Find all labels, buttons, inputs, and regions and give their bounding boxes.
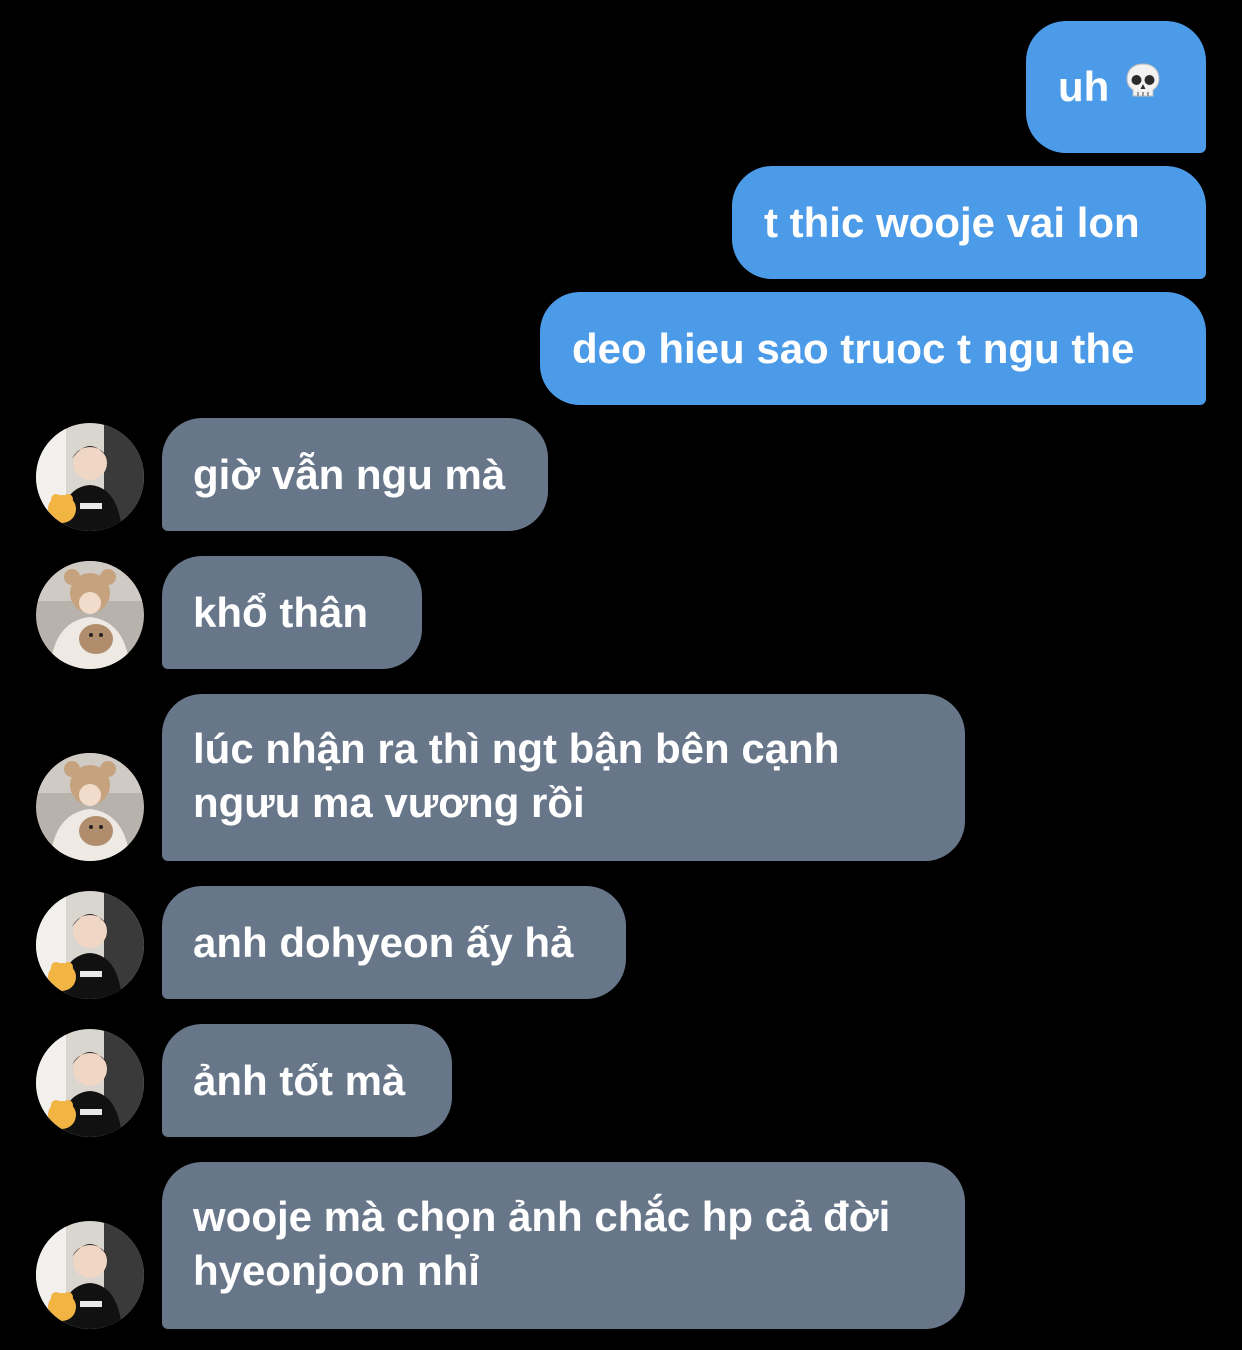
avatar[interactable]: [36, 1221, 144, 1329]
message-line: wooje mà chọn ảnh chắc hp cả đời: [193, 1193, 891, 1240]
outgoing-message-1[interactable]: uh: [1026, 21, 1206, 153]
message-line: hyeonjoon nhỉ: [193, 1247, 480, 1294]
incoming-message-6[interactable]: wooje mà chọn ảnh chắc hp cả đời hyeonjo…: [162, 1162, 965, 1329]
message-text: uh: [1058, 63, 1110, 110]
message-text: ảnh tốt mà: [193, 1056, 406, 1104]
incoming-message-5[interactable]: ảnh tốt mà: [162, 1024, 452, 1137]
message-text: anh dohyeon ấy hả: [193, 918, 574, 966]
message-line: lúc nhận ra thì ngt bận bên cạnh: [193, 725, 840, 772]
incoming-message-3[interactable]: lúc nhận ra thì ngt bận bên cạnh ngưu ma…: [162, 694, 965, 861]
message-text: giờ vẫn ngu mà: [193, 450, 506, 498]
message-line: ngưu ma vương rồi: [193, 779, 585, 826]
avatar[interactable]: [36, 753, 144, 861]
avatar[interactable]: [36, 561, 144, 669]
message-text: khổ thân: [193, 588, 368, 636]
incoming-message-2[interactable]: khổ thân: [162, 556, 422, 669]
outgoing-message-2[interactable]: t thic wooje vai lon: [732, 166, 1206, 279]
avatar[interactable]: [36, 1029, 144, 1137]
incoming-message-1[interactable]: giờ vẫn ngu mà: [162, 418, 548, 531]
message-text: t thic wooje vai lon: [764, 198, 1140, 246]
skull-icon: [1123, 60, 1163, 114]
outgoing-message-3[interactable]: deo hieu sao truoc t ngu the: [540, 292, 1206, 405]
avatar[interactable]: [36, 891, 144, 999]
message-text: deo hieu sao truoc t ngu the: [572, 324, 1135, 372]
incoming-message-4[interactable]: anh dohyeon ấy hả: [162, 886, 626, 999]
avatar[interactable]: [36, 423, 144, 531]
